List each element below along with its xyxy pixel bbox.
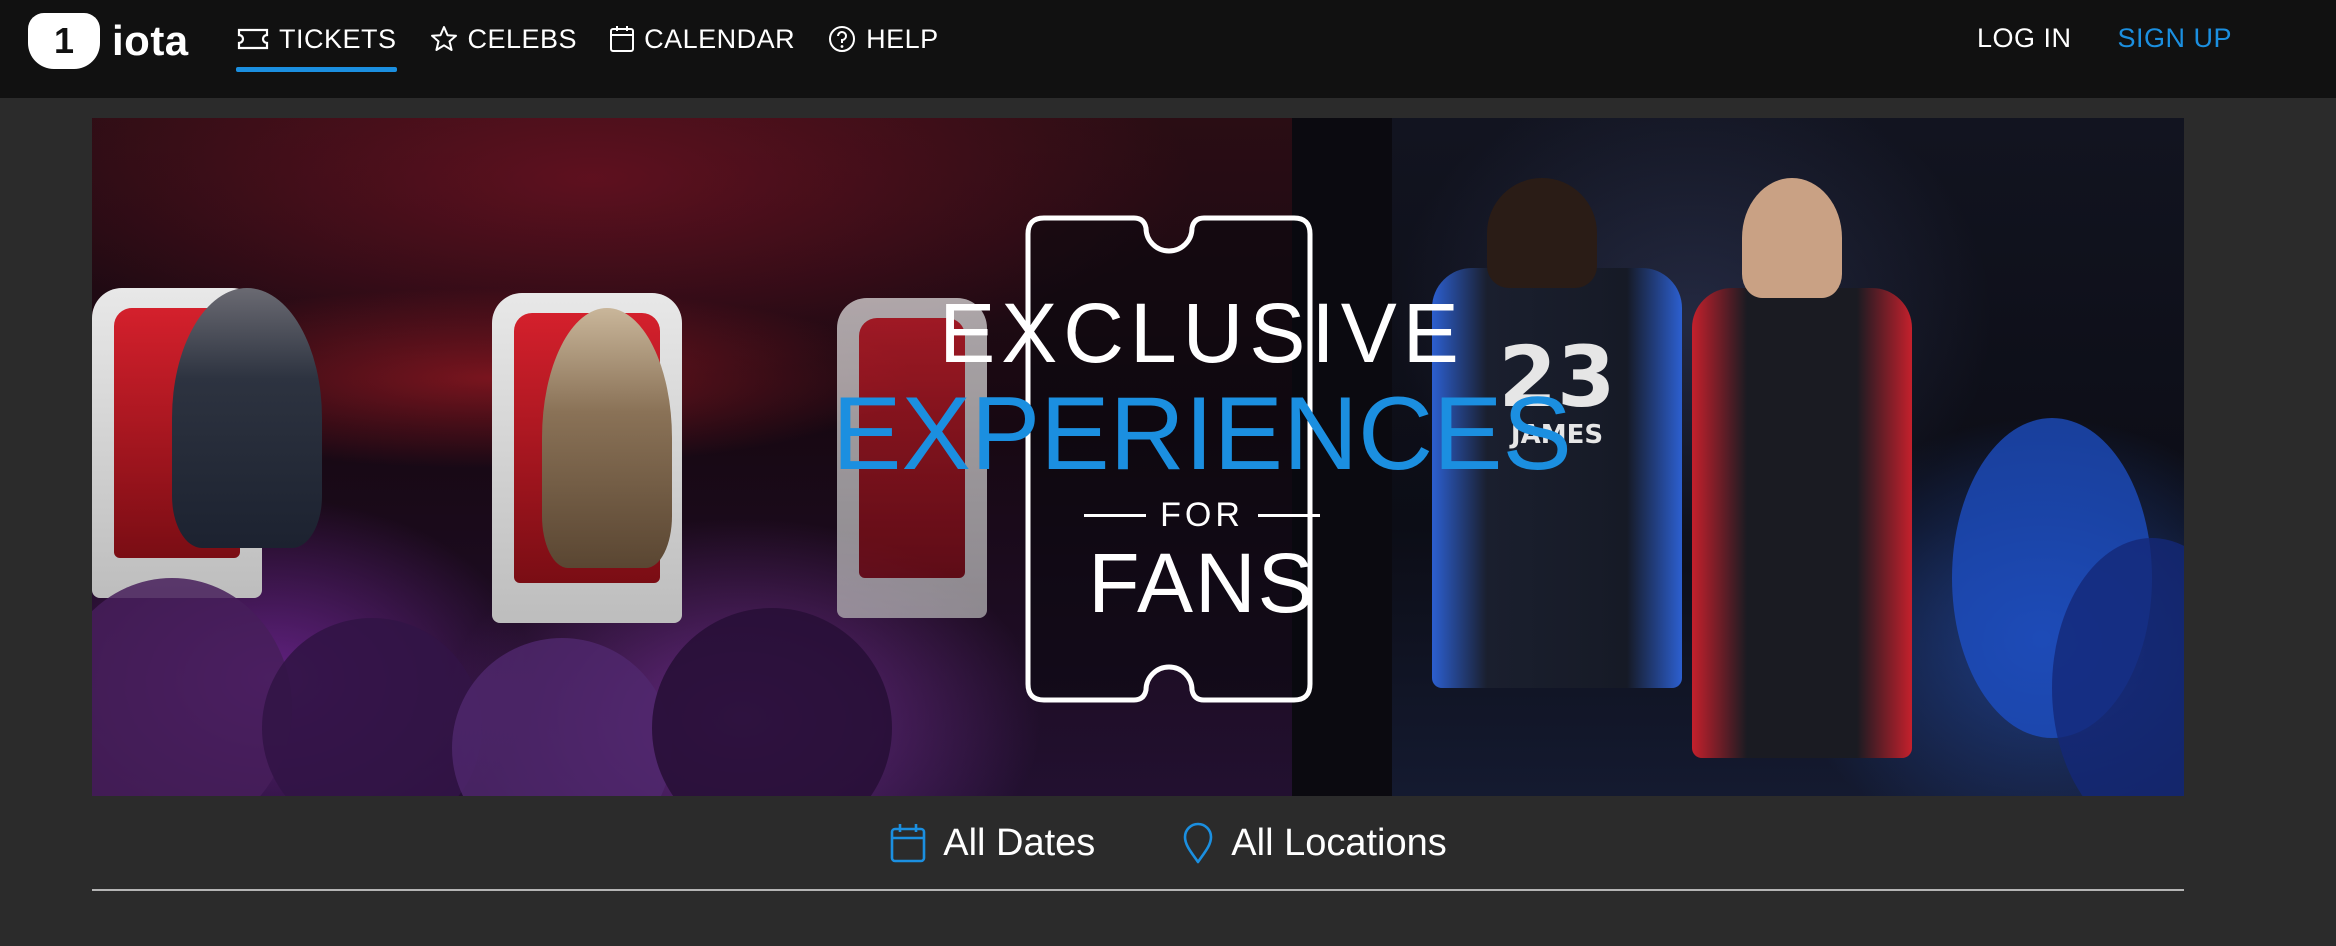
hero-person	[542, 308, 672, 568]
hero-headline: EXCLUSIVE EXPERIENCES FOR FANS	[832, 286, 1572, 631]
calendar-icon	[890, 824, 926, 863]
location-filter-label: All Locations	[1231, 821, 1447, 864]
hero-crowd	[262, 618, 482, 796]
hero-headline-for-row: FOR	[852, 496, 1552, 535]
calendar-icon	[610, 26, 635, 52]
brand-logo[interactable]: 1 iota	[28, 12, 189, 70]
hero-headline-for: FOR	[1160, 496, 1244, 534]
brand-name: iota	[112, 17, 189, 64]
filter-bar: All Dates All Locations	[0, 808, 2336, 878]
hero-player	[1692, 288, 1912, 758]
brand-logo-mark: 1	[28, 13, 100, 69]
nav-item-help[interactable]: HELP	[827, 0, 939, 78]
nav-item-tickets[interactable]: TICKETS	[236, 0, 397, 78]
help-icon	[829, 26, 856, 52]
hero-person	[172, 288, 322, 548]
main-nav: TICKETS CELEBS CALENDAR HELP	[236, 0, 971, 78]
hero-crowd	[652, 608, 892, 796]
hero-crowd	[92, 578, 292, 796]
login-link[interactable]: LOG IN	[1977, 23, 2072, 54]
hero-headline-fans: FANS	[1088, 536, 1316, 630]
nav-item-label: TICKETS	[279, 23, 397, 54]
top-navigation-bar: 1 iota TICKETS CELEBS CALENDAR HELP LOG …	[0, 0, 2336, 98]
hero-person	[1742, 178, 1842, 298]
date-filter-label: All Dates	[943, 821, 1096, 864]
ticket-icon	[237, 28, 269, 50]
date-filter[interactable]: All Dates	[889, 822, 1095, 865]
hero-headline-experiences: EXPERIENCES	[832, 376, 1572, 492]
auth-links: LOG IN SIGN UP	[1977, 0, 2232, 76]
nav-item-label: CELEBS	[467, 23, 578, 54]
nav-item-label: CALENDAR	[644, 23, 796, 54]
location-filter[interactable]: All Locations	[1181, 821, 1447, 865]
hero-headline-exclusive: EXCLUSIVE	[939, 286, 1465, 380]
filter-divider	[92, 889, 2184, 891]
hero-person	[1487, 178, 1597, 288]
nav-item-celebs[interactable]: CELEBS	[429, 0, 578, 78]
hero-crowd	[452, 638, 672, 796]
location-pin-icon	[1183, 822, 1213, 864]
nav-item-calendar[interactable]: CALENDAR	[609, 0, 795, 78]
star-icon	[430, 26, 457, 51]
hero-banner[interactable]: 23 JAMES EXCLUSIVE EXPERIENCES FOR FANS	[92, 118, 2184, 796]
signup-link[interactable]: SIGN UP	[2117, 23, 2232, 54]
hero-rule-right	[1257, 514, 1320, 517]
nav-item-label: HELP	[866, 23, 939, 54]
hero-rule-left	[1084, 514, 1147, 517]
